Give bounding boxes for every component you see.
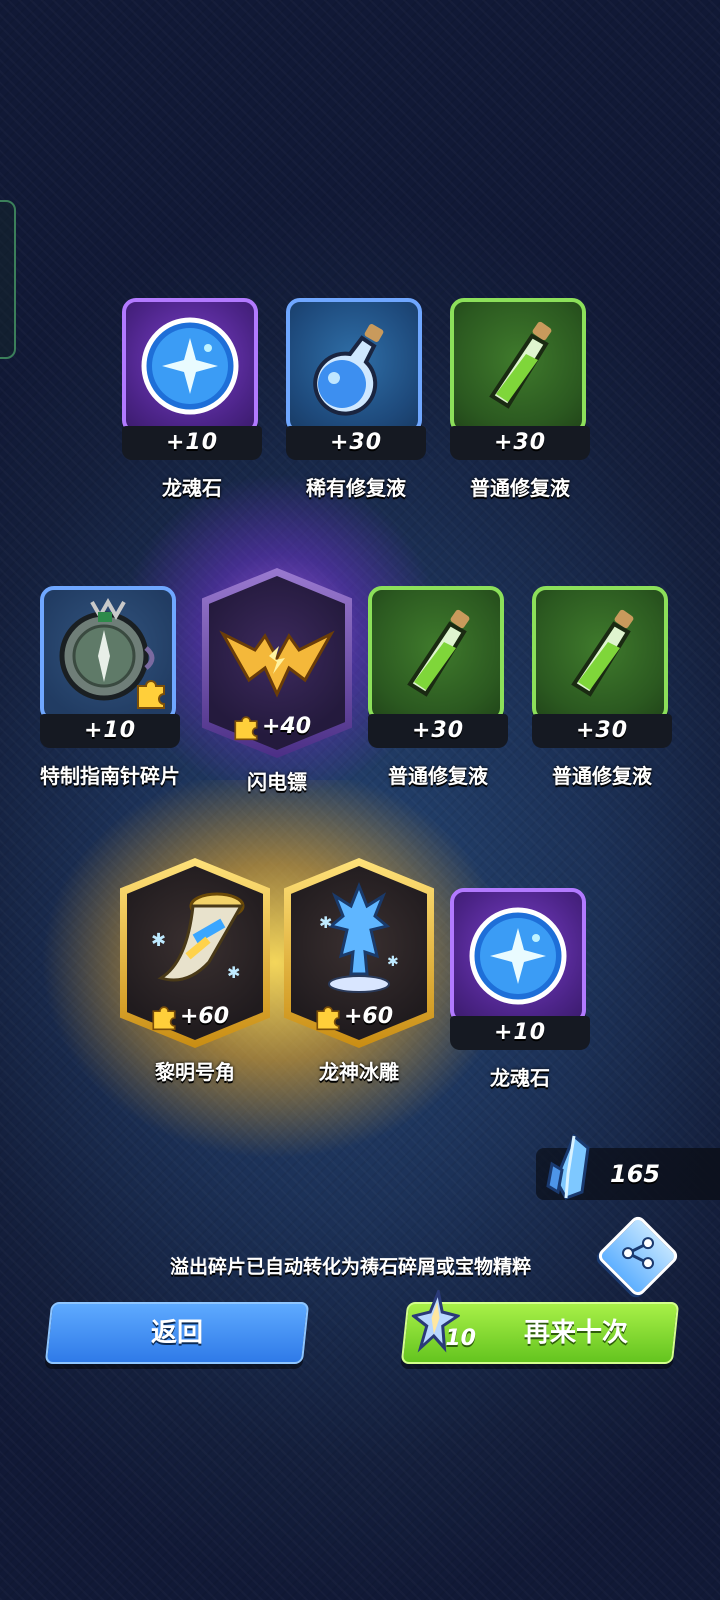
reward-amount: +40 [232,712,342,742]
currency-value: 165 [610,1160,661,1188]
back-button[interactable]: 返回 [44,1302,310,1364]
reward-amount: +60 [150,1002,260,1032]
reward-card [450,888,586,1024]
share-icon [622,1237,654,1270]
reward-amount: +10 [450,1016,590,1050]
green-potion-icon [571,609,634,697]
reward-card [368,586,504,722]
reward-amount: +30 [368,714,508,748]
reward-amount: +30 [286,426,426,460]
reward-item[interactable]: ✱ ✱ +60 黎明号角 [120,858,270,1084]
svg-text:✱: ✱ [151,930,166,951]
reward-card [40,586,176,722]
share-button[interactable] [595,1213,681,1299]
puzzle-piece-icon [234,716,258,741]
reward-card [450,298,586,434]
reward-name: 龙魂石 [490,1066,550,1090]
ice-dragon-statue-icon: ✱ ✱ [319,881,399,993]
dragon-soul-orb-icon [469,907,567,1005]
reward-amount: +30 [532,714,672,748]
reward-amount-text: +60 [344,1004,394,1029]
blue-potion-icon [313,324,384,416]
reward-item[interactable]: +40 闪电镖 [202,568,352,794]
draw-cost: 10 [445,1326,476,1351]
draw-again-button[interactable]: 10 再来十次 [400,1290,680,1364]
dawn-horn-icon: ✱ ✱ [151,892,245,982]
reward-name: 普通修复液 [552,764,652,788]
puzzle-piece-icon [137,680,165,709]
dragon-soul-orb-icon [141,317,239,415]
back-button-label: 返回 [150,1318,203,1348]
draw-again-label: 再来十次 [524,1318,629,1348]
green-potion-icon [407,609,470,697]
reward-amount: +10 [40,714,180,748]
reward-card [122,298,258,434]
reward-item[interactable]: ✱ ✱ +60 龙神冰雕 [284,858,434,1084]
reward-amount-text: +40 [262,714,312,739]
lightning-dart-icon [219,630,335,698]
reward-card [532,586,668,722]
reward-amount: +60 [314,1002,424,1032]
svg-text:✱: ✱ [387,954,399,970]
puzzle-piece-icon [316,1006,340,1031]
svg-text:✱: ✱ [227,963,240,982]
reward-name: 普通修复液 [470,476,570,500]
reward-card [286,298,422,434]
currency-display: 165 [536,1134,720,1200]
side-panel-tab[interactable] [0,200,16,359]
reward-amount-text: +60 [180,1004,230,1029]
gold-glow [40,780,510,1160]
svg-text:✱: ✱ [319,913,332,932]
crystal-icon [546,1134,590,1200]
green-potion-icon [489,321,552,409]
puzzle-piece-icon [152,1006,176,1031]
reward-amount: +30 [450,426,590,460]
reward-amount: +10 [122,426,262,460]
